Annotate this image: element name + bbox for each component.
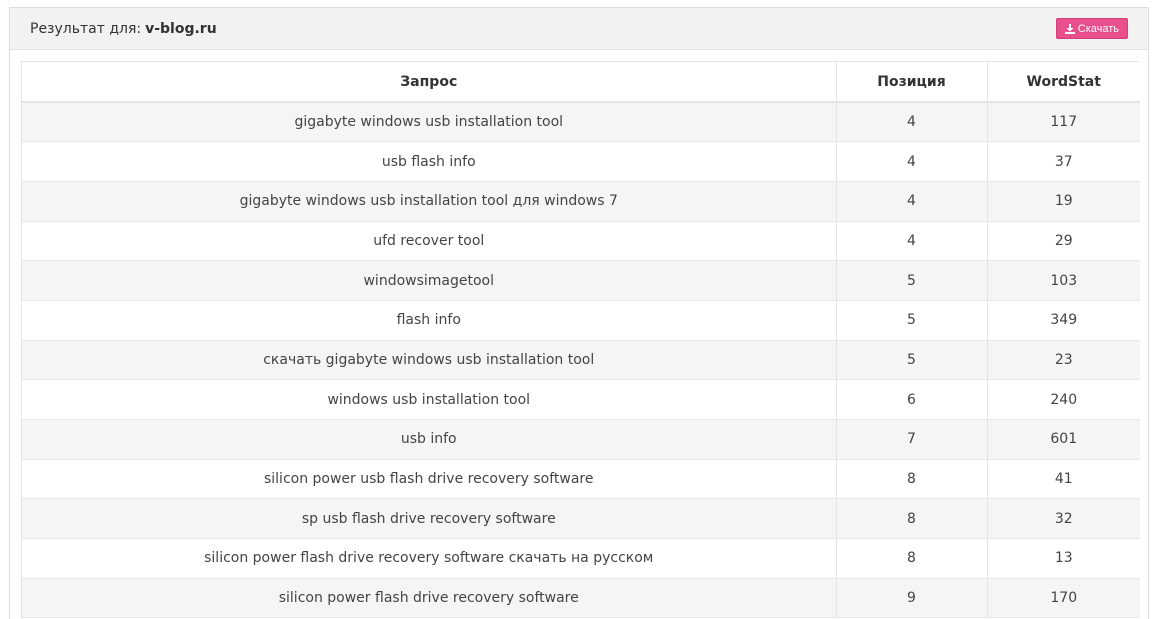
results-table: Запрос Позиция WordStat gigabyte windows… <box>22 62 1140 619</box>
cell-position: 4 <box>836 102 988 143</box>
table-row: usb flash info 4 37 <box>22 141 1140 182</box>
cell-position: 5 <box>836 260 988 301</box>
cell-wordstat: 32 <box>987 498 1140 540</box>
cell-position: 6 <box>836 379 988 420</box>
cell-query: windowsimagetool <box>22 260 837 301</box>
table-row: sp usb flash drive recovery software 8 3… <box>22 498 1140 540</box>
cell-query: gigabyte windows usb installation tool д… <box>22 181 837 222</box>
table-row: usb info 7 601 <box>22 419 1140 460</box>
table-row: flash info 5 349 <box>22 300 1140 341</box>
table-row: silicon power flash drive recovery softw… <box>22 538 1140 579</box>
download-icon <box>1064 23 1075 34</box>
cell-query: sp usb flash drive recovery software <box>22 498 837 540</box>
table-row: windowsimagetool 5 103 <box>22 260 1140 301</box>
column-header-query[interactable]: Запрос <box>22 62 837 103</box>
panel-heading: Результат для: v-blog.ru Скачать <box>10 8 1148 50</box>
cell-position: 7 <box>836 419 988 460</box>
cell-wordstat: 37 <box>987 141 1140 182</box>
result-domain: v-blog.ru <box>145 21 217 37</box>
result-label: Результат для: <box>30 21 142 37</box>
cell-wordstat: 41 <box>987 459 1140 500</box>
cell-query: flash info <box>22 300 837 341</box>
cell-position: 8 <box>836 538 988 579</box>
cell-query: silicon power usb flash drive recovery s… <box>22 459 837 500</box>
cell-position: 4 <box>836 181 988 222</box>
cell-wordstat: 23 <box>987 340 1140 381</box>
cell-position: 5 <box>836 340 988 381</box>
table-row: gigabyte windows usb installation tool д… <box>22 181 1140 222</box>
cell-position: 5 <box>836 300 988 341</box>
table-header-row: Запрос Позиция WordStat <box>22 62 1140 103</box>
cell-position: 8 <box>836 498 988 540</box>
cell-query: gigabyte windows usb installation tool <box>22 102 837 143</box>
cell-query: windows usb installation tool <box>22 379 837 420</box>
table-row: silicon power usb flash drive recovery s… <box>22 459 1140 500</box>
cell-position: 9 <box>836 578 988 619</box>
download-button[interactable]: Скачать <box>1055 18 1128 39</box>
cell-query: silicon power flash drive recovery softw… <box>22 578 837 619</box>
download-label: Скачать <box>1077 22 1119 35</box>
panel-title: Результат для: v-blog.ru <box>30 21 217 37</box>
cell-wordstat: 13 <box>987 538 1140 579</box>
cell-wordstat: 349 <box>987 300 1140 341</box>
cell-query: usb flash info <box>22 141 837 182</box>
cell-position: 4 <box>836 221 988 262</box>
table-row: silicon power flash drive recovery softw… <box>22 578 1140 619</box>
table-row: windows usb installation tool 6 240 <box>22 379 1140 420</box>
cell-wordstat: 601 <box>987 419 1140 460</box>
table-row: gigabyte windows usb installation tool 4… <box>22 102 1140 143</box>
cell-query: ufd recover tool <box>22 221 837 262</box>
column-header-wordstat[interactable]: WordStat <box>987 62 1140 103</box>
results-panel: Результат для: v-blog.ru Скачать Запрос П… <box>9 7 1149 619</box>
table-row: скачать gigabyte windows usb installatio… <box>22 340 1140 381</box>
cell-position: 4 <box>836 141 988 182</box>
cell-query: скачать gigabyte windows usb installatio… <box>22 340 837 381</box>
cell-wordstat: 170 <box>987 578 1140 619</box>
cell-wordstat: 103 <box>987 260 1140 301</box>
results-table-wrap: Запрос Позиция WordStat gigabyte windows… <box>21 61 1140 619</box>
table-row: ufd recover tool 4 29 <box>22 221 1140 262</box>
cell-wordstat: 29 <box>987 221 1140 262</box>
cell-wordstat: 117 <box>987 102 1140 143</box>
cell-wordstat: 19 <box>987 181 1140 222</box>
cell-wordstat: 240 <box>987 379 1140 420</box>
cell-query: usb info <box>22 419 837 460</box>
cell-position: 8 <box>836 459 988 500</box>
cell-query: silicon power flash drive recovery softw… <box>22 538 837 579</box>
column-header-position[interactable]: Позиция <box>836 62 988 103</box>
